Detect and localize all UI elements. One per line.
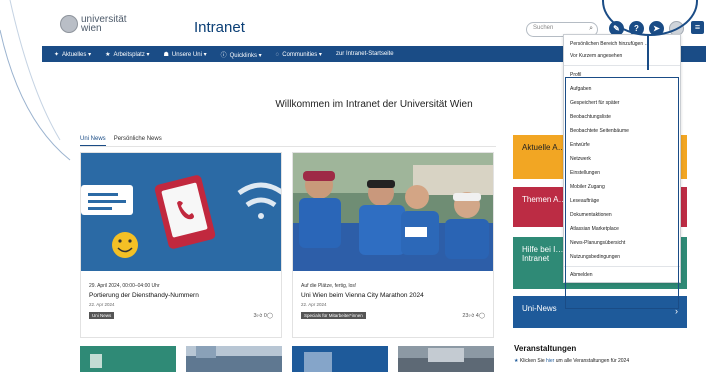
chevron-down-icon: ▾ bbox=[203, 51, 207, 58]
page: universität wien Intranet Suchen ⌕ ✎ ? ➤… bbox=[0, 0, 718, 372]
chevron-down-icon: ▾ bbox=[88, 51, 92, 58]
tile-label: Uni-News bbox=[522, 304, 557, 313]
chevron-down-icon: ▾ bbox=[146, 51, 150, 58]
news-card-tag[interactable]: Uni News bbox=[89, 312, 115, 319]
news-card-image bbox=[293, 153, 493, 271]
page-title: Willkommen im Intranet der Universität W… bbox=[275, 99, 473, 110]
menu-divider bbox=[564, 65, 680, 66]
thumbs-up-icon[interactable]: 👍︎ bbox=[257, 313, 263, 319]
news-thumbnail[interactable] bbox=[186, 346, 282, 372]
news-card-date: 22. Apr 2024 bbox=[89, 302, 115, 307]
events-text: ★ Klicken Sie hier um alle Veranstaltung… bbox=[514, 358, 629, 364]
menu-item-vor-kurzem[interactable]: Vor Kurzem angesehen bbox=[570, 53, 622, 59]
brand-title[interactable]: Intranet bbox=[194, 19, 245, 36]
chevron-down-icon: ▾ bbox=[258, 52, 262, 59]
chevron-down-icon: ▾ bbox=[318, 51, 322, 58]
nav-label: Unsere Uni bbox=[171, 51, 202, 58]
news-card-date: 22. Apr 2024 bbox=[301, 302, 327, 307]
news-card-counts: 23👍︎ 4◯ bbox=[462, 313, 485, 319]
news-card-title[interactable]: Uni Wien beim Vienna City Marathon 2024 bbox=[301, 292, 424, 299]
news-card[interactable]: 29. April 2024, 00:00–04:00 Uhr Portieru… bbox=[80, 152, 282, 338]
people-icon: ☗ bbox=[163, 51, 169, 58]
star-icon: ★ bbox=[514, 358, 519, 364]
menu-item-persoenlichen-bereich[interactable]: Persönlichen Bereich hinzufügen … bbox=[570, 41, 650, 47]
nav-item-communities[interactable]: ◌ Communities ▾ bbox=[276, 51, 322, 58]
megaphone-icon: ✦ bbox=[54, 51, 60, 58]
events-text-pre: Klicken Sie bbox=[519, 358, 546, 364]
user-dropdown-menu: Persönlichen Bereich hinzufügen … Vor Ku… bbox=[563, 34, 681, 309]
nav-label: Arbeitsplatz bbox=[113, 51, 145, 58]
tab-divider bbox=[80, 146, 496, 147]
university-logo[interactable]: universität wien bbox=[60, 15, 127, 34]
search-icon[interactable]: ⌕ bbox=[589, 25, 593, 33]
news-thumbnail[interactable] bbox=[80, 346, 176, 372]
nav-item-aktuelles[interactable]: ✦ Aktuelles ▾ bbox=[54, 51, 91, 58]
logo-line-2: wien bbox=[81, 23, 102, 34]
info-icon: ⓘ bbox=[220, 52, 227, 59]
nav-label: Quicklinks bbox=[229, 52, 257, 59]
news-card-meta: Auf die Plätze, fertig, los! bbox=[301, 283, 357, 289]
nav-item-quicklinks[interactable]: ⓘ Quicklinks ▾ bbox=[221, 50, 262, 59]
news-tabs: Uni News Persönliche News bbox=[80, 136, 170, 146]
logo-text: universität wien bbox=[81, 15, 127, 34]
nav-label: Aktuelles bbox=[62, 51, 87, 58]
search-placeholder: Suchen bbox=[533, 25, 554, 31]
highlight-box bbox=[565, 77, 679, 309]
menu-icon[interactable]: ≡ bbox=[691, 21, 704, 34]
news-thumbnail[interactable] bbox=[398, 346, 494, 372]
events-text-post: um alle Veranstaltungen für 2024 bbox=[554, 358, 630, 364]
nav-item-unsere-uni[interactable]: ☗ Unsere Uni ▾ bbox=[164, 51, 207, 58]
nav-item-startseite[interactable]: zur Intranet-Startseite bbox=[336, 51, 394, 57]
events-heading: Veranstaltungen bbox=[514, 344, 577, 353]
news-card-meta: 29. April 2024, 00:00–04:00 Uhr bbox=[89, 283, 160, 289]
nav-item-arbeitsplatz[interactable]: ★ Arbeitsplatz ▾ bbox=[105, 51, 149, 58]
star-icon: ★ bbox=[105, 51, 111, 58]
tab-persoenliche-news[interactable]: Persönliche News bbox=[114, 136, 162, 146]
comment-icon[interactable]: ◯ bbox=[479, 313, 485, 319]
university-seal-icon bbox=[60, 15, 78, 33]
news-card-tag[interactable]: Specials für Mitarbeiter*innen bbox=[301, 312, 366, 319]
news-thumbnail[interactable] bbox=[292, 346, 388, 372]
tab-uni-news[interactable]: Uni News bbox=[80, 136, 106, 146]
tile-label: Themen A… bbox=[522, 195, 567, 204]
highlight-pointer-line bbox=[647, 34, 649, 70]
chat-icon: ◌ bbox=[275, 51, 280, 58]
comment-icon[interactable]: ◯ bbox=[267, 313, 273, 319]
news-card-counts: 3👍︎ 0◯ bbox=[253, 313, 273, 319]
thumbs-up-icon[interactable]: 👍︎ bbox=[469, 313, 475, 319]
nav-label: zur Intranet-Startseite bbox=[335, 51, 394, 57]
nav-label: Communities bbox=[282, 51, 318, 58]
news-card-image bbox=[81, 153, 281, 271]
news-card[interactable]: Auf die Plätze, fertig, los! Uni Wien be… bbox=[292, 152, 494, 338]
news-card-title[interactable]: Portierung der Diensthandy-Nummern bbox=[89, 292, 199, 299]
